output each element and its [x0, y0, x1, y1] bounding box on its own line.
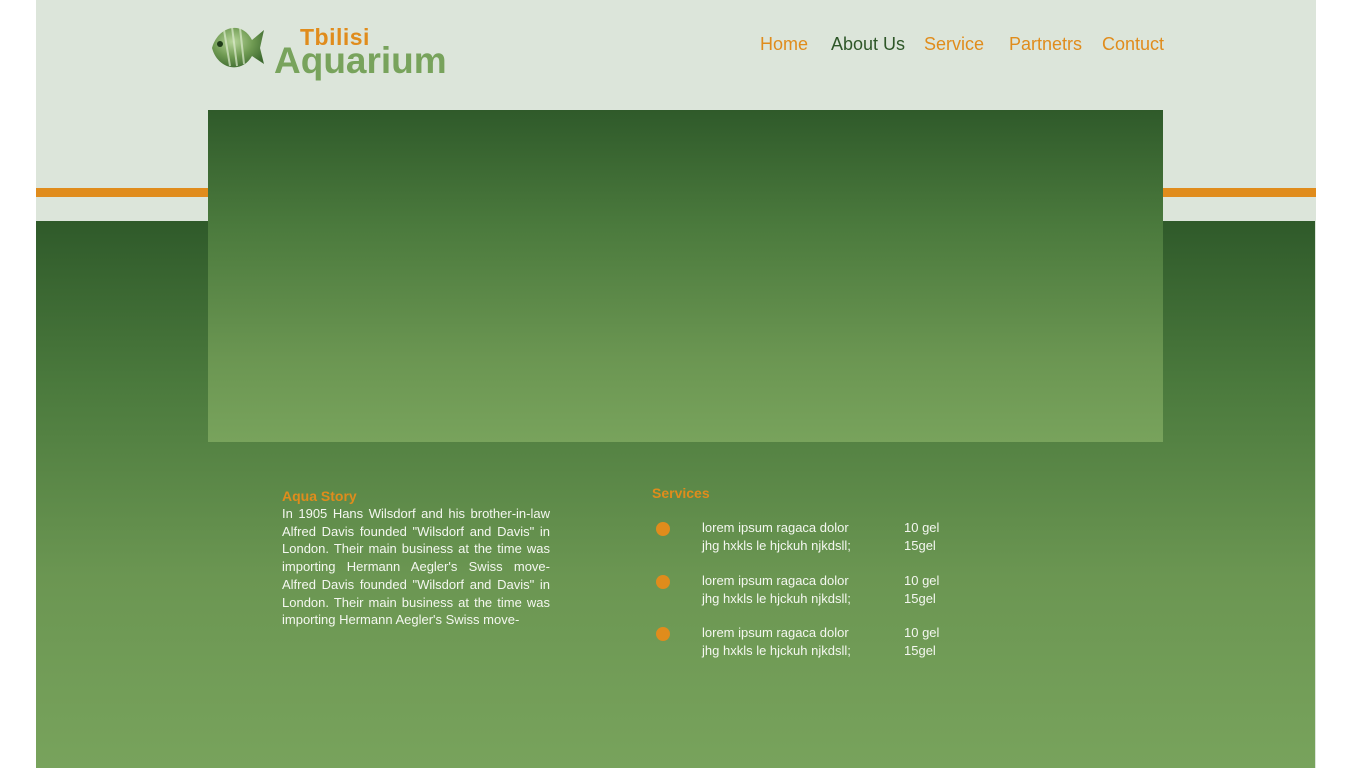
page: Tbilisi Aquarium Home About Us Service P…	[36, 0, 1316, 768]
service-price-line: 15gel	[904, 590, 936, 606]
service-description: lorem ipsum ragaca dolor jhg hxkls le hj…	[702, 572, 851, 607]
service-price-line: 10 gel	[904, 520, 940, 535]
bullet-icon	[656, 575, 670, 589]
service-price: 10 gel 15gel	[904, 572, 939, 607]
service-price-line: 10 gel	[904, 573, 940, 588]
service-description: lorem ipsum ragaca dolor jhg hxkls le hj…	[702, 624, 851, 659]
bullet-icon	[656, 522, 670, 536]
nav-about-us[interactable]: About Us	[831, 34, 905, 55]
nav-service[interactable]: Service	[924, 34, 984, 55]
aqua-story-text: In 1905 Hans Wilsdorf and his brother-in…	[282, 506, 550, 628]
hero-banner	[208, 110, 1163, 442]
nav-contact[interactable]: Contuct	[1102, 34, 1164, 55]
service-price: 10 gel 15gel	[904, 624, 939, 659]
service-price: 10 gel 15gel	[904, 519, 939, 554]
service-desc-line: jhg hxkls le hjckuh njkdsll;	[702, 537, 851, 553]
service-desc-line: lorem ipsum ragaca dolor	[702, 573, 849, 588]
service-price-line: 15gel	[904, 537, 936, 553]
service-item: lorem ipsum ragaca dolor jhg hxkls le hj…	[652, 624, 992, 660]
aqua-story-title: Aqua Story	[282, 488, 357, 504]
service-desc-line: lorem ipsum ragaca dolor	[702, 625, 849, 640]
nav-home[interactable]: Home	[760, 34, 808, 55]
bullet-icon	[656, 627, 670, 641]
service-desc-line: jhg hxkls le hjckuh njkdsll;	[702, 642, 851, 658]
service-price-line: 10 gel	[904, 625, 940, 640]
nav-partners[interactable]: Partnetrs	[1009, 34, 1082, 55]
service-item: lorem ipsum ragaca dolor jhg hxkls le hj…	[652, 572, 992, 608]
services-title: Services	[652, 485, 710, 501]
service-item: lorem ipsum ragaca dolor jhg hxkls le hj…	[652, 519, 992, 555]
service-price-line: 15gel	[904, 642, 936, 658]
aqua-story-section: Aqua Story In 1905 Hans Wilsdorf and his…	[282, 487, 550, 629]
service-desc-line: jhg hxkls le hjckuh njkdsll;	[702, 590, 851, 606]
main-nav: Home About Us Service Partnetrs Contuct	[36, 34, 1316, 58]
services-section: Services lorem ipsum ragaca dolor jhg hx…	[652, 484, 992, 658]
service-desc-line: lorem ipsum ragaca dolor	[702, 520, 849, 535]
service-description: lorem ipsum ragaca dolor jhg hxkls le hj…	[702, 519, 851, 554]
